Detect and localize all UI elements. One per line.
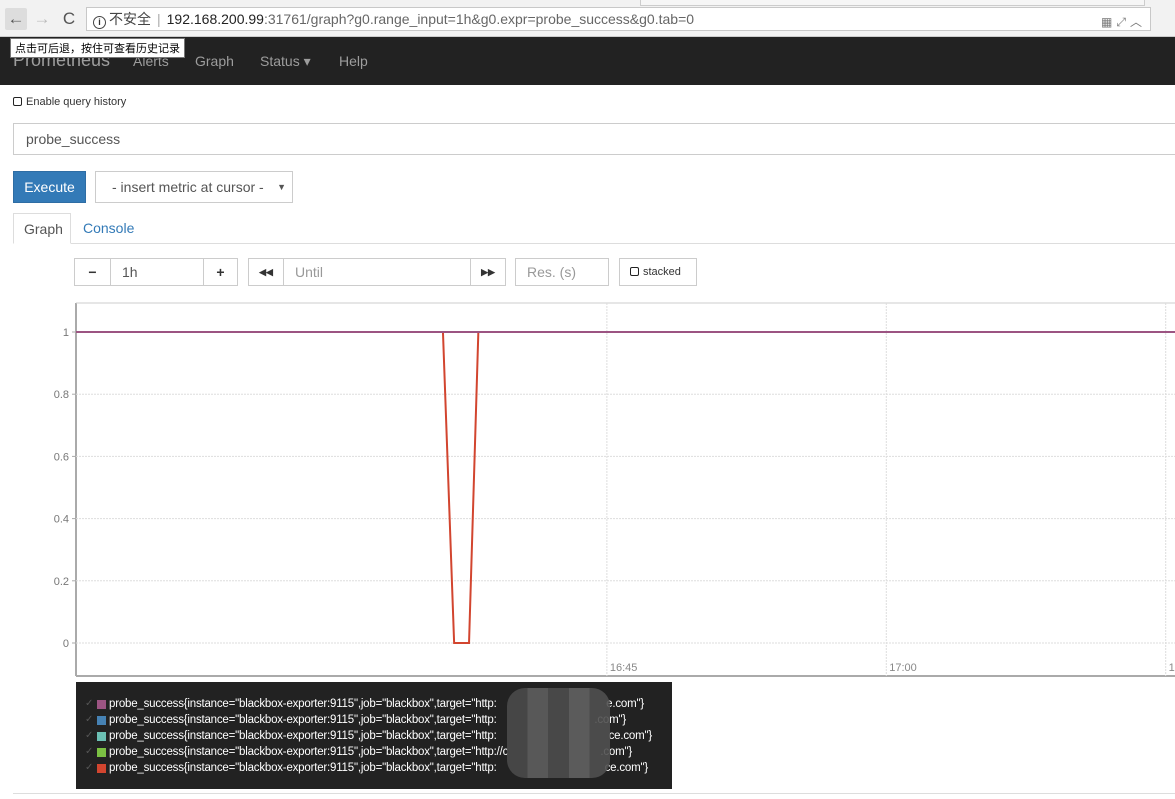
time-forward-button[interactable]: ▶▶ [470, 258, 506, 286]
checkbox-icon[interactable] [13, 97, 22, 106]
query-history-toggle[interactable]: Enable query history [13, 96, 126, 108]
legend-label: probe_success{instance="blackbox-exporte… [109, 730, 497, 742]
browser-toolbar: ← → C i 不安全 | 192.168.200.99:31761/graph?g0… [0, 0, 1175, 37]
legend-label: probe_success{instance="blackbox-exporte… [109, 746, 509, 758]
y-tick-label: 0.2 [54, 576, 69, 588]
divider [13, 793, 1175, 794]
url-path: :31761/graph?g0.range_input=1h&g0.expr=p… [263, 11, 695, 27]
y-tick-label: 1 [63, 327, 69, 339]
y-tick-label: 0.4 [54, 514, 69, 526]
tab-graph[interactable]: Graph [13, 213, 71, 244]
tab-console[interactable]: Console [73, 213, 144, 244]
legend-swatch [97, 764, 106, 773]
legend-label-tail: e.com"} [606, 698, 644, 710]
resolution-input[interactable]: Res. (s) [515, 258, 609, 286]
y-tick-label: 0.8 [54, 389, 69, 401]
legend-swatch [97, 716, 106, 725]
check-icon[interactable]: ✓ [85, 744, 93, 760]
back-button[interactable]: ← [5, 8, 27, 30]
x-tick-label: 17:00 [889, 662, 917, 674]
security-label: 不安全 [109, 11, 151, 27]
back-tooltip: 点击可后退，按住可查看历史记录 [10, 38, 185, 58]
check-icon[interactable]: ✓ [85, 728, 93, 744]
insert-metric-select[interactable]: - insert metric at cursor - ▼ [95, 171, 293, 203]
legend-label-tail: ce.com"} [604, 762, 649, 774]
check-icon[interactable]: ✓ [85, 712, 93, 728]
tab-bar: Graph Console [13, 213, 1175, 244]
series-line-5 [76, 331, 1175, 644]
legend-label: probe_success{instance="blackbox-exporte… [109, 762, 497, 774]
y-tick-label: 0 [63, 638, 69, 650]
query-history-label: Enable query history [26, 96, 127, 108]
separator: | [157, 11, 161, 27]
legend-swatch [97, 700, 106, 709]
forward-button[interactable]: → [31, 8, 53, 30]
redacted-region [507, 688, 610, 778]
legend-swatch [97, 732, 106, 741]
stacked-toggle[interactable]: stacked [619, 258, 697, 286]
y-tick-label: 0.6 [54, 451, 69, 463]
caret-down-icon: ▼ [277, 182, 286, 192]
nav-help[interactable]: Help [339, 53, 368, 69]
check-icon[interactable]: ✓ [85, 760, 93, 776]
expression-input[interactable]: probe_success [13, 123, 1175, 155]
execute-button[interactable]: Execute [13, 171, 86, 203]
checkbox-icon[interactable] [630, 267, 639, 276]
address-bar-icons[interactable]: ▦⤢︿ [1101, 11, 1146, 30]
graph-chart[interactable]: 0 0.2 0.4 0.6 0.8 1 16:45 17:00 17:15 [0, 295, 1175, 685]
legend-label: probe_success{instance="blackbox-exporte… [109, 698, 497, 710]
legend-label-tail: ce.com"} [608, 730, 653, 742]
reload-button[interactable]: C [58, 8, 80, 30]
legend-swatch [97, 748, 106, 757]
range-increase-button[interactable]: + [203, 258, 238, 286]
address-bar[interactable]: i 不安全 | 192.168.200.99:31761/graph?g0.range… [86, 7, 1151, 31]
range-input[interactable]: 1h [110, 258, 204, 286]
x-tick-label: 16:45 [610, 662, 638, 674]
nav-graph[interactable]: Graph [195, 53, 234, 69]
nav-status-dropdown[interactable]: Status ▾ [260, 53, 311, 70]
check-icon[interactable]: ✓ [85, 696, 93, 712]
bookmark-popup-edge [640, 0, 1145, 6]
stacked-label: stacked [643, 266, 681, 278]
legend-label: probe_success{instance="blackbox-exporte… [109, 714, 497, 726]
until-input[interactable]: Until [283, 258, 471, 286]
x-tick-label: 17:15 [1169, 662, 1175, 674]
insert-metric-value: - insert metric at cursor - [112, 179, 264, 195]
info-icon[interactable]: i [93, 16, 106, 29]
range-decrease-button[interactable]: − [74, 258, 111, 286]
time-back-button[interactable]: ◀◀ [248, 258, 284, 286]
url-host: 192.168.200.99 [166, 11, 264, 27]
